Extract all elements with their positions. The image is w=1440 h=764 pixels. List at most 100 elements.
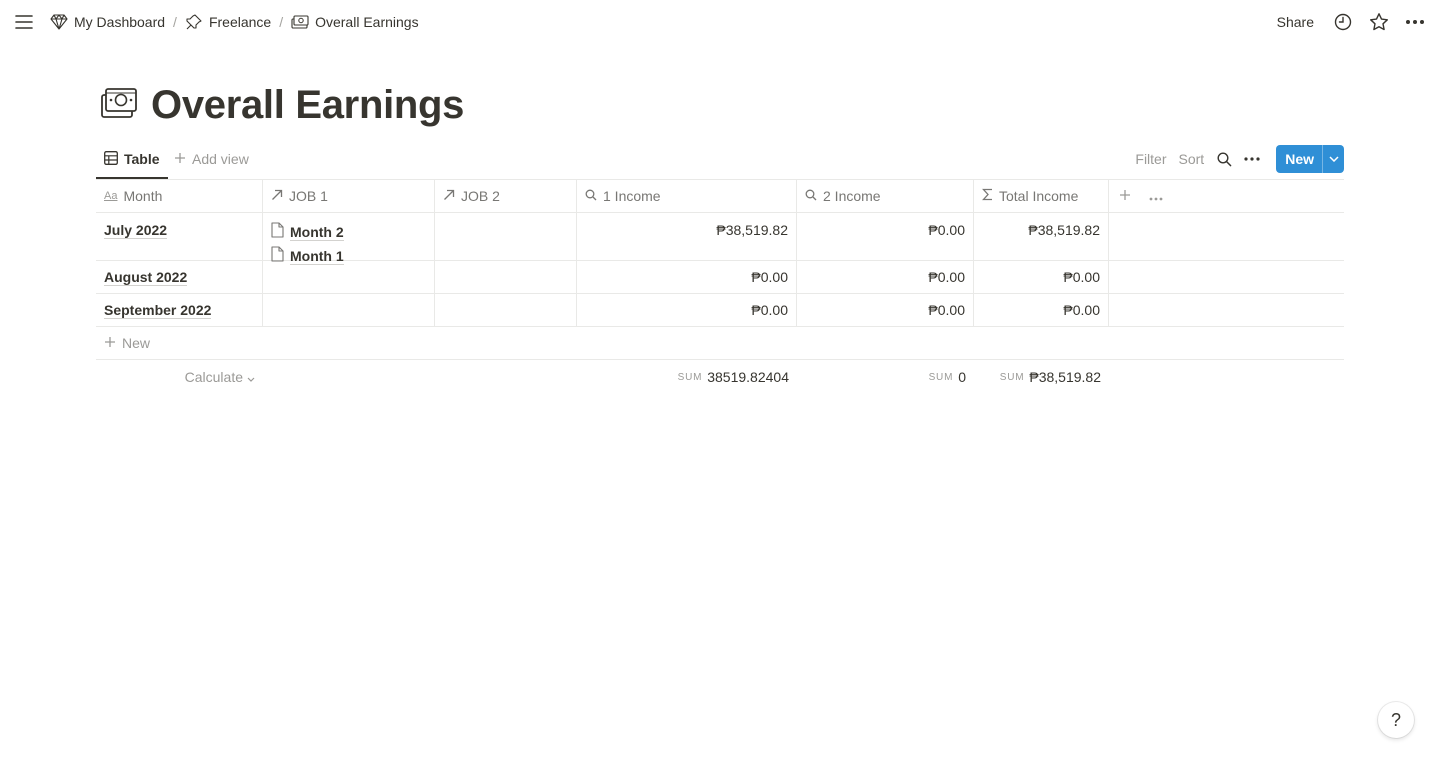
- calc-empty[interactable]: [435, 360, 577, 394]
- cell-job2[interactable]: [435, 294, 577, 326]
- add-row-button[interactable]: New: [96, 327, 1344, 360]
- cell-job1[interactable]: [263, 261, 435, 293]
- more-icon[interactable]: [1404, 11, 1426, 33]
- table-view-icon: [104, 150, 118, 168]
- calculate-label: Calculate: [184, 369, 243, 385]
- column-header-job1[interactable]: JOB 1: [263, 180, 435, 212]
- tab-label: Table: [124, 151, 160, 167]
- month-value: August 2022: [104, 268, 188, 286]
- cell-job2[interactable]: [435, 261, 577, 293]
- page-money-icon[interactable]: [100, 84, 138, 122]
- breadcrumb-overall-earnings[interactable]: Overall Earnings: [287, 10, 423, 34]
- formula-sigma-icon: [982, 188, 993, 204]
- diamond-icon: [50, 13, 68, 31]
- calculation-row: Calculate SUM 38519.82404 SUM 0 SUM ₱38,…: [96, 360, 1344, 394]
- cell-total-income[interactable]: ₱0.00: [974, 261, 1109, 293]
- calculate-button[interactable]: Calculate: [96, 360, 263, 394]
- relation-label: Month 2: [290, 223, 344, 241]
- breadcrumb-label: My Dashboard: [74, 14, 166, 30]
- cell-total-income[interactable]: ₱38,519.82: [974, 213, 1109, 260]
- table-row[interactable]: July 2022 Month 2 Month 1 ₱38,519.82 ₱0.…: [96, 213, 1344, 265]
- chevron-down-icon: [247, 369, 255, 385]
- rollup-search-icon: [805, 188, 817, 204]
- cell-total-income[interactable]: ₱0.00: [974, 294, 1109, 326]
- sum-label: SUM: [677, 371, 703, 383]
- breadcrumb-separator: /: [279, 14, 284, 30]
- sum-value: 0: [958, 369, 966, 385]
- cell-job1[interactable]: [263, 294, 435, 326]
- new-button[interactable]: New: [1276, 145, 1322, 173]
- calc-sum-1-income[interactable]: SUM 38519.82404: [577, 360, 797, 394]
- column-header-total-income[interactable]: Total Income: [974, 180, 1109, 212]
- money-icon: [291, 13, 309, 31]
- view-bar: Table Add view Filter Sort New: [96, 141, 1344, 179]
- cell-2-income[interactable]: ₱0.00: [797, 213, 974, 260]
- breadcrumb: My Dashboard / Freelance / Overall Earni…: [46, 10, 423, 34]
- cell-2-income[interactable]: ₱0.00: [797, 294, 974, 326]
- database-table: Aa Month JOB 1 JOB 2 1 Income 2 Income T…: [96, 179, 1344, 394]
- cell-1-income[interactable]: ₱0.00: [577, 294, 797, 326]
- star-icon[interactable]: [1368, 11, 1390, 33]
- top-bar: My Dashboard / Freelance / Overall Earni…: [0, 0, 1440, 45]
- page-title[interactable]: Overall Earnings: [151, 80, 464, 130]
- breadcrumb-label: Overall Earnings: [315, 14, 419, 30]
- add-view-label: Add view: [192, 151, 249, 167]
- search-icon[interactable]: [1210, 145, 1238, 173]
- month-value: September 2022: [104, 301, 212, 319]
- cell-empty: [1109, 213, 1344, 260]
- history-clock-icon[interactable]: [1332, 11, 1354, 33]
- column-more-icon[interactable]: [1149, 188, 1163, 204]
- calc-empty[interactable]: [263, 360, 435, 394]
- view-actions: Filter Sort New: [1129, 145, 1344, 173]
- cell-job1[interactable]: Month 2 Month 1: [263, 213, 435, 265]
- breadcrumb-my-dashboard[interactable]: My Dashboard: [46, 10, 169, 34]
- tab-table[interactable]: Table: [96, 141, 168, 179]
- cell-1-income[interactable]: ₱0.00: [577, 261, 797, 293]
- new-button-group: New: [1276, 145, 1344, 173]
- rollup-search-icon: [585, 188, 597, 204]
- cell-1-income[interactable]: ₱38,519.82: [577, 213, 797, 260]
- column-label: 1 Income: [603, 188, 661, 204]
- filter-button[interactable]: Filter: [1129, 151, 1172, 167]
- sort-button[interactable]: Sort: [1173, 151, 1211, 167]
- help-button[interactable]: ?: [1378, 702, 1414, 738]
- add-view-button[interactable]: Add view: [174, 141, 249, 177]
- cell-2-income[interactable]: ₱0.00: [797, 261, 974, 293]
- text-property-icon: Aa: [104, 190, 118, 202]
- relation-list: Month 2 Month 1: [271, 222, 344, 266]
- column-label: JOB 1: [289, 188, 328, 204]
- calc-sum-2-income[interactable]: SUM 0: [797, 360, 974, 394]
- share-button[interactable]: Share: [1273, 14, 1318, 30]
- more-icon[interactable]: [1238, 145, 1266, 173]
- relation-arrow-icon: [443, 188, 455, 204]
- menu-icon[interactable]: [13, 11, 35, 33]
- relation-item[interactable]: Month 2: [271, 222, 344, 242]
- add-column-plus-icon[interactable]: [1119, 188, 1131, 204]
- month-value: July 2022: [104, 222, 168, 239]
- cell-empty: [1109, 294, 1344, 326]
- cell-month[interactable]: August 2022: [96, 261, 263, 293]
- column-header-1-income[interactable]: 1 Income: [577, 180, 797, 212]
- sum-label: SUM: [928, 371, 954, 383]
- cell-job2[interactable]: [435, 213, 577, 260]
- cell-month[interactable]: July 2022: [96, 213, 263, 260]
- add-row-label: New: [122, 335, 151, 351]
- chevron-down-icon[interactable]: [1322, 145, 1344, 173]
- breadcrumb-label: Freelance: [208, 14, 272, 30]
- sum-label: SUM: [999, 371, 1025, 383]
- breadcrumb-separator: /: [173, 14, 177, 30]
- cell-empty: [1109, 261, 1344, 293]
- table-row[interactable]: August 2022 ₱0.00 ₱0.00 ₱0.00: [96, 261, 1344, 294]
- calc-sum-total-income[interactable]: SUM ₱38,519.82: [974, 360, 1109, 394]
- column-header-month[interactable]: Aa Month: [96, 180, 263, 212]
- column-header-actions: [1109, 180, 1344, 212]
- table-row[interactable]: September 2022 ₱0.00 ₱0.00 ₱0.00: [96, 294, 1344, 327]
- plus-icon: [174, 151, 186, 167]
- breadcrumb-freelance[interactable]: Freelance: [181, 10, 275, 34]
- pushpin-icon: [185, 13, 203, 31]
- plus-icon: [104, 335, 116, 351]
- column-header-job2[interactable]: JOB 2: [435, 180, 577, 212]
- sum-value: 38519.82404: [707, 369, 789, 385]
- cell-month[interactable]: September 2022: [96, 294, 263, 326]
- column-header-2-income[interactable]: 2 Income: [797, 180, 974, 212]
